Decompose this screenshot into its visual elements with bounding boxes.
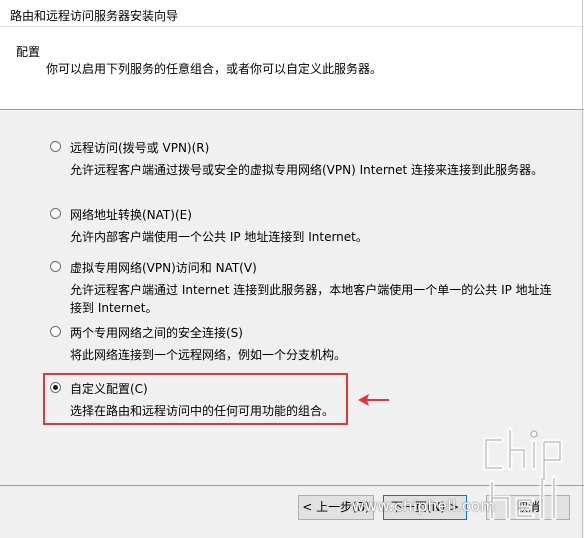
window-title: 路由和远程访问服务器安装向导 [10,9,179,23]
title-bar: 路由和远程访问服务器安装向导 [0,0,584,27]
option-description: 将此网络连接到一个远程网络，例如一个分支机构。 [70,348,347,362]
option-description: 允许远程客户端通过拨号或安全的虚拟专用网络(VPN) Internet 连接来连… [70,163,544,177]
arrow-left-icon [358,394,389,406]
wizard-header: 配置 你可以启用下列服务的任意组合，或者你可以自定义此服务器。 [0,27,584,110]
page-subtitle: 你可以启用下列服务的任意组合，或者你可以自定义此服务器。 [46,62,383,76]
option-description: 允许内部客户端使用一个公共 IP 地址连接到 Internet。 [70,230,368,244]
option-label[interactable]: 网络地址转换(NAT)(E) [70,206,192,223]
option-label[interactable]: 两个专用网络之间的安全连接(S) [70,324,243,341]
watermark-url: www.chiphell.com [352,497,496,515]
window-edge [582,0,583,538]
radio-nat[interactable] [50,208,61,219]
page-title: 配置 [16,45,41,59]
option-label[interactable]: 虚拟专用网络(VPN)访问和 NAT(V) [70,259,257,276]
radio-secure-connection[interactable] [50,326,61,337]
option-label[interactable]: 远程访问(拨号或 VPN)(R) [70,139,209,156]
radio-remote-access[interactable] [50,141,61,152]
option-description: 允许远程客户端通过 Internet 连接到此服务器，本地客户端使用一个单一的公… [70,283,552,315]
highlight-box [43,373,348,425]
radio-vpn-nat[interactable] [50,261,61,272]
